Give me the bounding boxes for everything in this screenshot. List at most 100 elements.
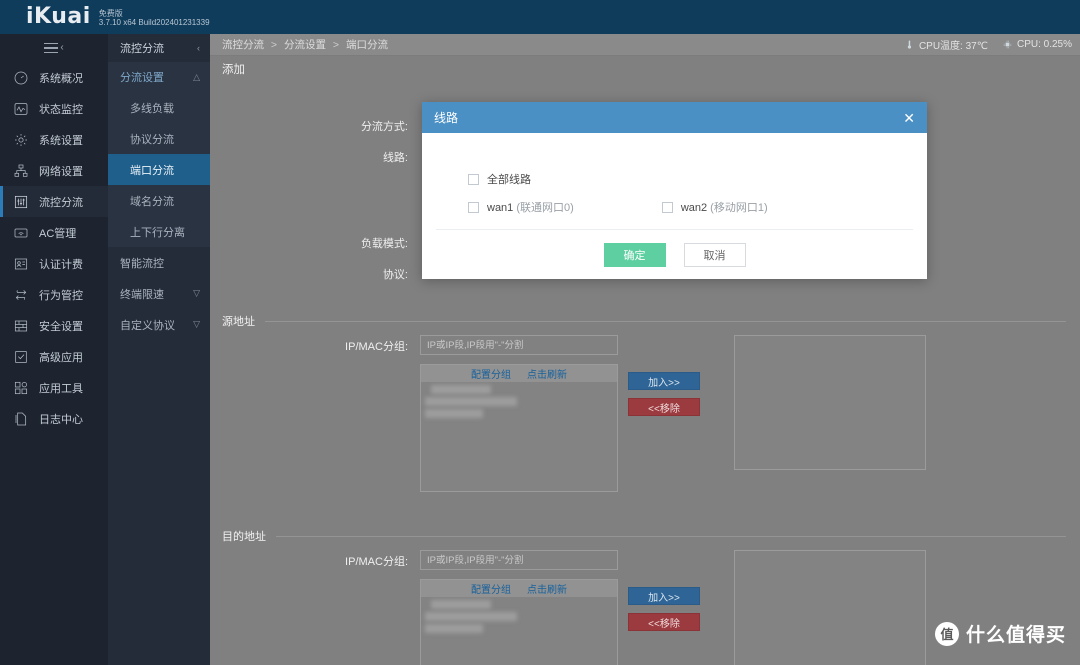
source-group-listbox[interactable]: 配置分组 点击刷新 <box>420 364 618 492</box>
sidebar-item-status-monitor[interactable]: 状态监控 <box>0 93 108 124</box>
submenu-item-multiline-load[interactable]: 多线负载 <box>108 92 210 123</box>
sidebar-item-app-tools[interactable]: 应用工具 <box>0 372 108 403</box>
form-label-line: 线路: <box>382 152 408 164</box>
apps-icon <box>12 379 30 397</box>
brand-name: iKuai <box>26 4 91 29</box>
sidebar-item-auth-billing[interactable]: 认证计费 <box>0 248 108 279</box>
firewall-icon <box>12 317 30 335</box>
cpu-usage-text: CPU: 0.25% <box>1016 39 1072 50</box>
wan1-checkbox[interactable] <box>468 201 479 213</box>
source-selected-listbox[interactable] <box>734 335 926 470</box>
dashboard-icon <box>12 69 30 87</box>
redacted-row <box>425 397 517 406</box>
submenu-group-label: 分流设置 <box>120 72 164 84</box>
brand-meta: 免费版 3.7.10 x64 Build202401231339 <box>99 9 210 28</box>
source-listbox-body[interactable] <box>421 382 617 491</box>
confirm-button[interactable]: 确定 <box>603 243 666 267</box>
page-title: 添加 <box>210 56 1080 82</box>
sidebar-label: 网络设置 <box>39 165 83 178</box>
network-icon <box>12 162 30 180</box>
cpu-icon <box>1003 40 1012 49</box>
wan1-option: wan1 (联通网口0) <box>468 199 574 215</box>
wan2-checkbox[interactable] <box>661 201 673 213</box>
source-refresh-link[interactable]: 点击刷新 <box>527 366 567 381</box>
sidebar-label: 系统概况 <box>39 72 83 85</box>
breadcrumb-separator: > <box>270 39 278 51</box>
destination-address-group-row: IP/MAC分组: 配置分组 点击刷新 <box>210 550 1080 665</box>
section-header-destination-address: 目的地址 <box>210 522 1080 550</box>
watermark-text: 什么值得买 <box>965 625 1066 646</box>
sidebar-label: 日志中心 <box>39 413 83 426</box>
sidebar-item-system-settings[interactable]: 系统设置 <box>0 124 108 155</box>
cpu-usage-status: CPU: 0.25% <box>1002 39 1072 50</box>
all-lines-checkbox[interactable] <box>468 173 479 185</box>
source-remove-button[interactable]: <<移除 <box>628 398 700 416</box>
wifi-box-icon <box>12 224 30 242</box>
sidebar-label: 系统设置 <box>39 134 83 147</box>
destination-config-group-link[interactable]: 配置分组 <box>471 581 511 596</box>
sidebar-item-security-settings[interactable]: 安全设置 <box>0 310 108 341</box>
destination-selected-listbox[interactable] <box>734 550 926 665</box>
sliders-icon <box>12 193 30 211</box>
destination-listbox-body[interactable] <box>421 597 617 665</box>
sidebar-label: 高级应用 <box>39 351 83 364</box>
destination-listbox-header: 配置分组 点击刷新 <box>421 580 617 597</box>
wan2-name: wan2 <box>680 202 708 214</box>
breadcrumb-item-1[interactable]: 流控分流 <box>222 39 264 51</box>
sidebar-item-network-settings[interactable]: 网络设置 <box>0 155 108 186</box>
sidebar-label: 安全设置 <box>39 320 83 333</box>
wan1-name: wan1 <box>487 202 514 214</box>
line-selection-dialog: 线路 ✕ 全部线路 wan1 (联通网口0) wan2 (移动网口1) 确定 取… <box>422 102 927 279</box>
submenu-group-shunt-settings[interactable]: 分流设置 △ <box>108 62 210 92</box>
monitor-icon <box>12 100 30 118</box>
redacted-row <box>431 385 491 394</box>
breadcrumb: 流控分流 > 分流设置 > 端口分流 <box>222 37 388 52</box>
submenu-item-custom-protocol[interactable]: 自定义协议 ▽ <box>108 309 210 340</box>
source-join-button[interactable]: 加入>> <box>628 372 700 390</box>
submenu-item-port-shunt[interactable]: 端口分流 <box>108 154 210 185</box>
app-root: iKuai 免费版 3.7.10 x64 Build202401231339 ‹… <box>0 0 1080 665</box>
submenu-item-smart-flow-control[interactable]: 智能流控 <box>108 247 210 278</box>
source-ipmac-input[interactable] <box>420 335 618 355</box>
sidebar-item-log-center[interactable]: 日志中心 <box>0 403 108 434</box>
section-title: 源地址 <box>222 316 255 328</box>
cancel-button[interactable]: 取消 <box>683 243 746 267</box>
sidebar-item-ac-management[interactable]: AC管理 <box>0 217 108 248</box>
sidebar-item-overview[interactable]: 系统概况 <box>0 62 108 93</box>
submenu-item-domain-shunt[interactable]: 域名分流 <box>108 185 210 216</box>
sidebar-collapse-button[interactable]: ‹ <box>0 34 108 62</box>
submenu-item-updown-split[interactable]: 上下行分离 <box>108 216 210 247</box>
sidebar-item-traffic-control[interactable]: 流控分流 <box>0 186 108 217</box>
destination-ipmac-input[interactable] <box>420 550 618 570</box>
brand-logo: iKuai 免费版 3.7.10 x64 Build202401231339 <box>0 6 210 28</box>
breadcrumb-item-2[interactable]: 分流设置 <box>284 39 326 51</box>
destination-group-listbox[interactable]: 配置分组 点击刷新 <box>420 579 618 665</box>
source-config-group-link[interactable]: 配置分组 <box>471 366 511 381</box>
destination-remove-button[interactable]: <<移除 <box>628 613 700 631</box>
chevron-left-icon[interactable]: ‹ <box>197 43 200 53</box>
cpu-temperature-status: CPU温度: 37℃ <box>904 37 988 52</box>
destination-field-column: 配置分组 点击刷新 <box>420 550 618 665</box>
sidebar-item-behavior-control[interactable]: 行为管控 <box>0 279 108 310</box>
sidebar-label: 行为管控 <box>39 289 83 302</box>
section-title: 目的地址 <box>222 531 266 543</box>
sidebar-item-advanced-apps[interactable]: 高级应用 <box>0 341 108 372</box>
redacted-row <box>425 624 483 633</box>
destination-join-button[interactable]: 加入>> <box>628 587 700 605</box>
close-icon[interactable]: ✕ <box>903 111 915 125</box>
thermometer-icon <box>907 40 912 49</box>
page-title-label: 添加 <box>222 64 245 76</box>
breadcrumb-item-3[interactable]: 端口分流 <box>346 39 388 51</box>
dialog-body: 全部线路 wan1 (联通网口0) wan2 (移动网口1) 确定 取消 <box>422 133 927 267</box>
form-label-load-mode: 负载模式: <box>360 238 408 250</box>
id-card-icon <box>12 255 30 273</box>
submenu-item-label: 终端限速 <box>120 288 164 301</box>
submenu-item-protocol-shunt[interactable]: 协议分流 <box>108 123 210 154</box>
dialog-footer: 确定 取消 <box>422 230 927 267</box>
sidebar-label: 认证计费 <box>39 258 83 271</box>
submenu-item-terminal-speed-limit[interactable]: 终端限速 ▽ <box>108 278 210 309</box>
document-icon <box>12 410 30 428</box>
destination-refresh-link[interactable]: 点击刷新 <box>527 581 567 596</box>
destination-transfer-buttons: 加入>> <<移除 <box>628 550 700 631</box>
redacted-row <box>425 612 517 621</box>
